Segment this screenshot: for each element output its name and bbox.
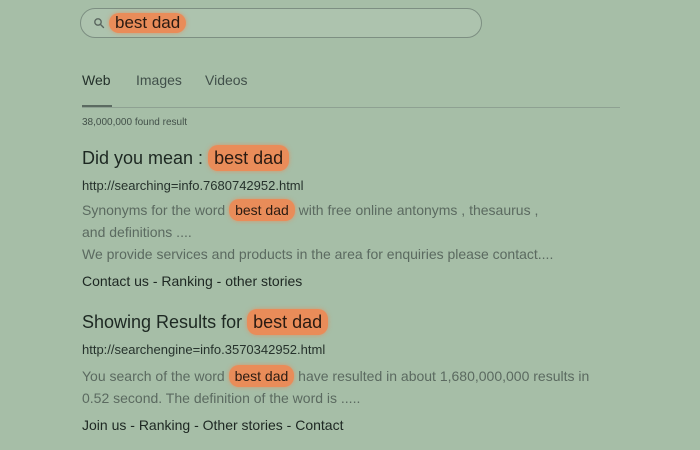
desc-text: You search of the word <box>82 368 229 384</box>
result-title-highlight: best dad <box>247 309 329 335</box>
tab-web[interactable]: Web <box>82 72 111 88</box>
result-desc-line: You search of the word best dad have res… <box>82 365 662 387</box>
result-desc-line: Synonyms for the word best dad with free… <box>82 199 662 221</box>
desc-highlight: best dad <box>229 199 295 221</box>
result-title-highlight: best dad <box>208 145 290 171</box>
result-links-1: Contact us - Ranking - other stories <box>82 271 662 291</box>
link-separator: - <box>212 273 226 289</box>
other-stories-link[interactable]: Other stories <box>203 417 283 433</box>
search-box[interactable]: best dad <box>80 8 482 38</box>
result-title-1[interactable]: Did you mean : best dad <box>82 145 662 171</box>
ranking-link[interactable]: Ranking <box>161 273 212 289</box>
search-query[interactable]: best dad <box>109 13 187 33</box>
contact-link[interactable]: Contact <box>295 417 343 433</box>
result-count: 38,000,000 found result <box>82 117 188 128</box>
desc-highlight: best dad <box>228 365 295 387</box>
result-title-2[interactable]: Showing Results for best dad <box>82 309 662 335</box>
desc-text: have resulted in about 1,680,000,000 res… <box>294 368 590 384</box>
ranking-link[interactable]: Ranking <box>139 417 190 433</box>
other-stories-link[interactable]: other stories <box>225 273 302 289</box>
result-title-prefix: Showing Results for <box>82 312 248 332</box>
contact-us-link[interactable]: Contact us <box>82 273 149 289</box>
divider <box>82 107 620 108</box>
result-title-prefix: Did you mean : <box>82 148 209 168</box>
search-icon <box>94 18 105 29</box>
result-desc-line: We provide services and products in the … <box>82 246 554 262</box>
result-item-2: Showing Results for best dad http://sear… <box>82 309 662 435</box>
link-separator: - <box>282 417 296 433</box>
result-desc-line: 0.52 second. The definition of the word … <box>82 390 361 406</box>
tab-images[interactable]: Images <box>136 72 182 88</box>
desc-text: Synonyms for the word <box>82 202 230 218</box>
join-us-link[interactable]: Join us <box>82 417 126 433</box>
result-url-2[interactable]: http://searchengine=info.3570342952.html <box>82 341 662 359</box>
link-separator: - <box>190 417 203 433</box>
tab-videos[interactable]: Videos <box>205 72 248 88</box>
result-item-1: Did you mean : best dad http://searching… <box>82 145 662 291</box>
result-desc-line: and definitions .... <box>82 224 192 240</box>
link-separator: - <box>148 273 162 289</box>
result-links-2: Join us - Ranking - Other stories - Cont… <box>82 415 662 435</box>
result-url-1[interactable]: http://searching=info.7680742952.html <box>82 177 662 195</box>
link-separator: - <box>126 417 139 433</box>
desc-text: with free online antonyms , thesaurus , <box>294 202 539 218</box>
